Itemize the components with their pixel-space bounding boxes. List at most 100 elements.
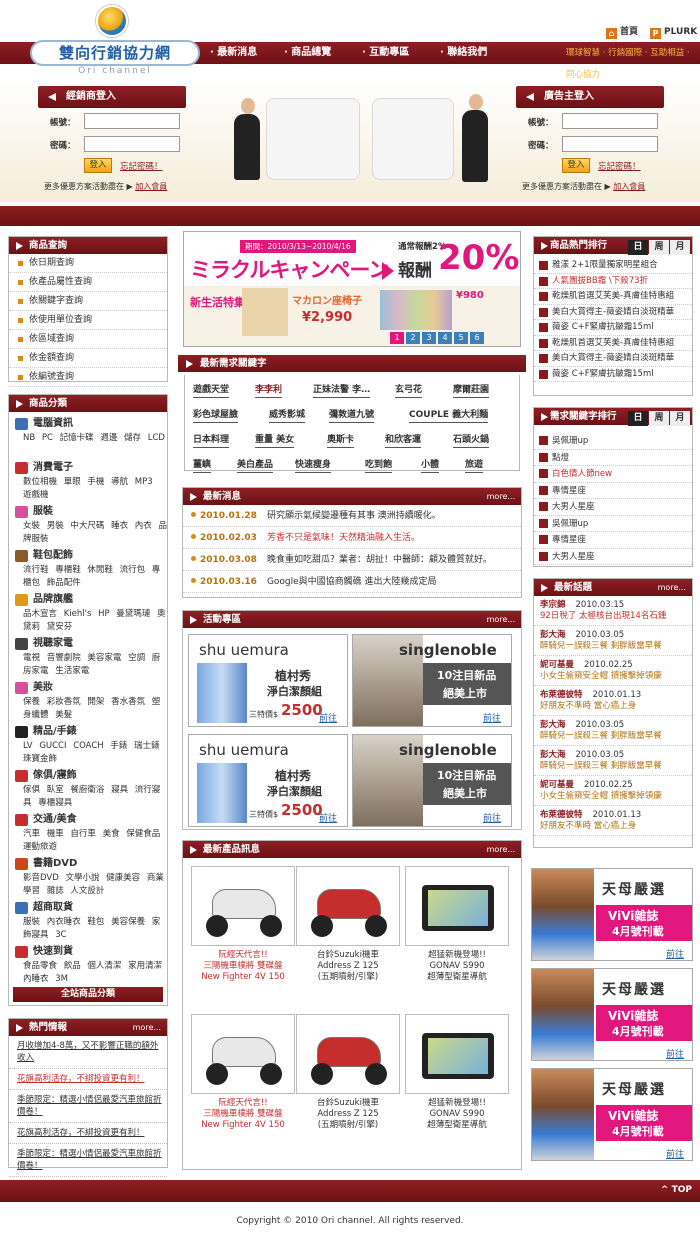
product-card[interactable]: 超猛新機登場!! GONAV S990 超薄型衛星導航 — [405, 1014, 509, 1131]
rank-keyword-item[interactable]: 大男人星座 — [534, 499, 692, 516]
hot-info-item[interactable]: 花旗高利活存，不綁投資更有利！ — [9, 1069, 167, 1090]
talk-item[interactable]: 布萊德彼特 2010.01.13 好朋友不準時 當心癌上身 — [534, 806, 692, 836]
rank-keyword-item[interactable]: 專情星座 — [534, 532, 692, 549]
category-title[interactable]: 鞋包配飾 — [15, 548, 167, 564]
talk-item[interactable]: 彭大海 2010.03.05 醉騎兒一誤殺三餐 剩胖飯當早餐 — [534, 746, 692, 776]
keyword-link[interactable]: 李李利 — [255, 383, 283, 398]
nav-interactive[interactable]: · 互動專區 — [362, 42, 409, 64]
talk-author[interactable]: 彭大海 — [540, 750, 566, 760]
talk-item[interactable]: 彭大海 2010.03.05 醉騎兒一誤殺三餐 剩胖飯當早餐 — [534, 626, 692, 656]
banner-page-button[interactable]: 6 — [470, 332, 484, 344]
search-by-number[interactable]: 依編號查詢 — [9, 368, 167, 387]
dealer-join-link[interactable]: 加入會員 — [135, 182, 167, 191]
category-title[interactable]: 精品/手錶 — [15, 724, 167, 740]
banner-page-button[interactable]: 5 — [454, 332, 468, 344]
tab-month[interactable]: 月 — [670, 240, 690, 255]
banner-page-button[interactable]: 1 — [390, 332, 404, 344]
rank-product-item[interactable]: 雅漾 2+1限量獨家明星組合 — [534, 258, 692, 274]
rank-product-item[interactable]: 美白大賞得主-薇姿婧白淡斑精華 — [534, 351, 692, 367]
search-by-date[interactable]: 依日期查詢 — [9, 254, 167, 273]
category-subitems[interactable]: 數位相機 單眼 手機 導航 MP3 遊戲機 — [15, 476, 167, 502]
rank-product-item[interactable]: 美白大賞得主-薇姿婧白淡斑精華 — [534, 305, 692, 320]
hot-info-item[interactable]: 花旗高利活存，不綁投資更有利！ — [9, 1123, 167, 1144]
keyword-link[interactable]: 日本料理 — [193, 433, 230, 448]
back-to-top[interactable]: ^ TOP — [661, 1185, 692, 1195]
category-subitems[interactable]: 品木宣言 Kiehl's HP 曼黛瑪璉 奧黛莉 黛安芬 — [15, 608, 167, 634]
banner-page-button[interactable]: 4 — [438, 332, 452, 344]
keyword-link[interactable]: 玄弓花 — [395, 383, 423, 398]
nav-contact[interactable]: · 聯絡我們 — [440, 42, 487, 64]
talk-author[interactable]: 李宗錦 — [540, 600, 566, 610]
keyword-link[interactable]: 重量 美女 — [255, 433, 295, 448]
hot-info-item[interactable]: 季節限定：精選小情侶最愛汽車旅館折價卷！ — [9, 1144, 167, 1177]
activity-promo-card[interactable]: shu uemura 植村秀 淨白潔顏組 三特價$ 2500 前往 — [188, 634, 348, 727]
talk-topic[interactable]: 小女生偷窺安全帽 擠擁擊掉領康 — [540, 791, 688, 802]
activity-promo-card[interactable]: singlenoble 10注目新品 絕美上市 前往 — [352, 634, 512, 727]
nav-news[interactable]: · 最新消息 — [210, 42, 257, 64]
dealer-account-input[interactable] — [84, 113, 180, 129]
talk-item[interactable]: 妮可基曼 2010.02.25 小女生偷窺安全帽 擠擁擊掉領康 — [534, 776, 692, 806]
category-title[interactable]: 快速到貨 — [15, 944, 167, 960]
scooter-red-image[interactable] — [296, 1014, 400, 1094]
activity-promo-card[interactable]: shu uemura 植村秀 淨白潔顏組 三特價$ 2500 前往 — [188, 734, 348, 827]
hot-info-item[interactable]: 季節限定：精選小情侶最愛汽車旅館折價卷！ — [9, 1090, 167, 1123]
miracle-campaign-banner[interactable]: 期間：2010/3/13~2010/4/16 ミラクルキャンペーン 通常報酬2%… — [183, 231, 521, 347]
category-title[interactable]: 超商取貨 — [15, 900, 167, 916]
news-more[interactable]: more... — [487, 488, 515, 505]
rank-product-item[interactable]: 薇姿 C+F緊膚抗皺霜15ml — [534, 320, 692, 336]
dealer-password-input[interactable] — [84, 136, 180, 152]
vivi-ad-card[interactable]: 天母嚴選 ViVi雜誌 4月號刊載 前往 — [531, 968, 693, 1061]
promo-go-link[interactable]: 前往 — [483, 811, 501, 824]
search-by-amount[interactable]: 依金額查詢 — [9, 349, 167, 368]
site-title[interactable]: 雙向行銷協力網 — [30, 40, 200, 66]
product-card[interactable]: 台鈴Suzuki機車 Address Z 125 (五期噴射/引擎) — [296, 1014, 400, 1131]
rank-keyword-item[interactable]: 白色情人節new — [534, 466, 692, 483]
advertiser-forgot-link[interactable]: 忘記密碼！ — [598, 160, 641, 172]
talk-topic[interactable]: 小女生偷窺安全帽 擠擁擊掉領康 — [540, 671, 688, 682]
scooter-red-image[interactable] — [296, 866, 400, 946]
talk-item[interactable]: 布萊德彼特 2010.01.13 好朋友不準時 當心癌上身 — [534, 686, 692, 716]
keyword-link[interactable]: 和欣客運 — [385, 433, 422, 448]
news-item[interactable]: 2010.03.08 晚食重如吃甜瓜？業者：胡扯！中醫師：顧及體質就好。 — [183, 549, 521, 571]
rank-keyword-item[interactable]: 點燈 — [534, 450, 692, 466]
talk-author[interactable]: 妮可基曼 — [540, 780, 574, 790]
talk-topic[interactable]: 好朋友不準時 當心癌上身 — [540, 821, 688, 832]
rank-product-item[interactable]: 乾燥肌首選艾芙美-真膚佳特惠組 — [534, 289, 692, 305]
dealer-forgot-link[interactable]: 忘記密碼！ — [120, 160, 163, 172]
scooter-white-image[interactable] — [191, 866, 295, 946]
talk-topic[interactable]: 醉騎兒一誤殺三餐 剩胖飯當早餐 — [540, 641, 688, 652]
advertiser-login-button[interactable]: 登入 — [562, 158, 590, 173]
search-by-unit[interactable]: 依使用單位查詢 — [9, 311, 167, 330]
rank-product-item[interactable]: 薇姿 C+F緊膚抗皺霜15ml — [534, 367, 692, 382]
rank-keyword-item[interactable]: 大男人星座 — [534, 549, 692, 565]
keyword-link[interactable]: 薑嶼 — [193, 458, 212, 473]
search-by-area[interactable]: 依區域查詢 — [9, 330, 167, 349]
vivi-go-link[interactable]: 前往 — [666, 1147, 684, 1160]
tab-day[interactable]: 日 — [628, 240, 648, 255]
product-card[interactable]: 阮經天代言!! 三陽機車樸將 雙碟盤 New Fighter 4V 150 — [191, 1014, 295, 1131]
hot-info-more[interactable]: more... — [133, 1019, 161, 1036]
rank-product-item[interactable]: 乾燥肌首選艾芙美-真膚佳特惠組 — [534, 336, 692, 351]
product-card[interactable]: 超猛新機登場!! GONAV S990 超薄型衛星導航 — [405, 866, 509, 983]
keyword-link[interactable]: 快速瘦身 — [295, 458, 332, 473]
advertiser-join-link[interactable]: 加入會員 — [613, 182, 645, 191]
category-subitems[interactable]: 流行鞋 專櫃鞋 休閒鞋 流行包 專櫃包 飾品配件 — [15, 564, 167, 590]
vivi-ad-card[interactable]: 天母嚴選 ViVi雜誌 4月號刊載 前往 — [531, 1068, 693, 1161]
hot-info-item[interactable]: 月收增加4-8萬，又不影響正職的額外收入 — [9, 1036, 167, 1069]
keyword-link[interactable]: 彩色球屋臉 — [193, 408, 239, 423]
category-subitems[interactable]: 女裝 男裝 中大尺碼 睡衣 內衣 品牌服裝 — [15, 520, 167, 546]
category-subitems[interactable]: 傢俱 臥室 餐廚衛浴 寢具 流行寢具 專櫃寢具 — [15, 784, 167, 810]
category-title[interactable]: 視聽家電 — [15, 636, 167, 652]
advertiser-account-input[interactable] — [562, 113, 658, 129]
search-by-attribute[interactable]: 依產品屬性查詢 — [9, 273, 167, 292]
category-subitems[interactable]: 保養 彩妝香氛 開架 香水香氛 塑身纖體 美髮 — [15, 696, 167, 722]
gps-image[interactable] — [405, 1014, 509, 1094]
vivi-ad-card[interactable]: 天母嚴選 ViVi雜誌 4月號刊載 前往 — [531, 868, 693, 961]
tab-week[interactable]: 周 — [649, 240, 669, 255]
category-title[interactable]: 服裝 — [15, 504, 167, 520]
category-title[interactable]: 交通/美食 — [15, 812, 167, 828]
banner-page-button[interactable]: 3 — [422, 332, 436, 344]
keyword-link[interactable]: 吃到飽 — [365, 458, 393, 473]
talk-item[interactable]: 妮可基曼 2010.02.25 小女生偷窺安全帽 擠擁擊掉領康 — [534, 656, 692, 686]
keyword-link[interactable]: 石頭火鍋 — [453, 433, 490, 448]
